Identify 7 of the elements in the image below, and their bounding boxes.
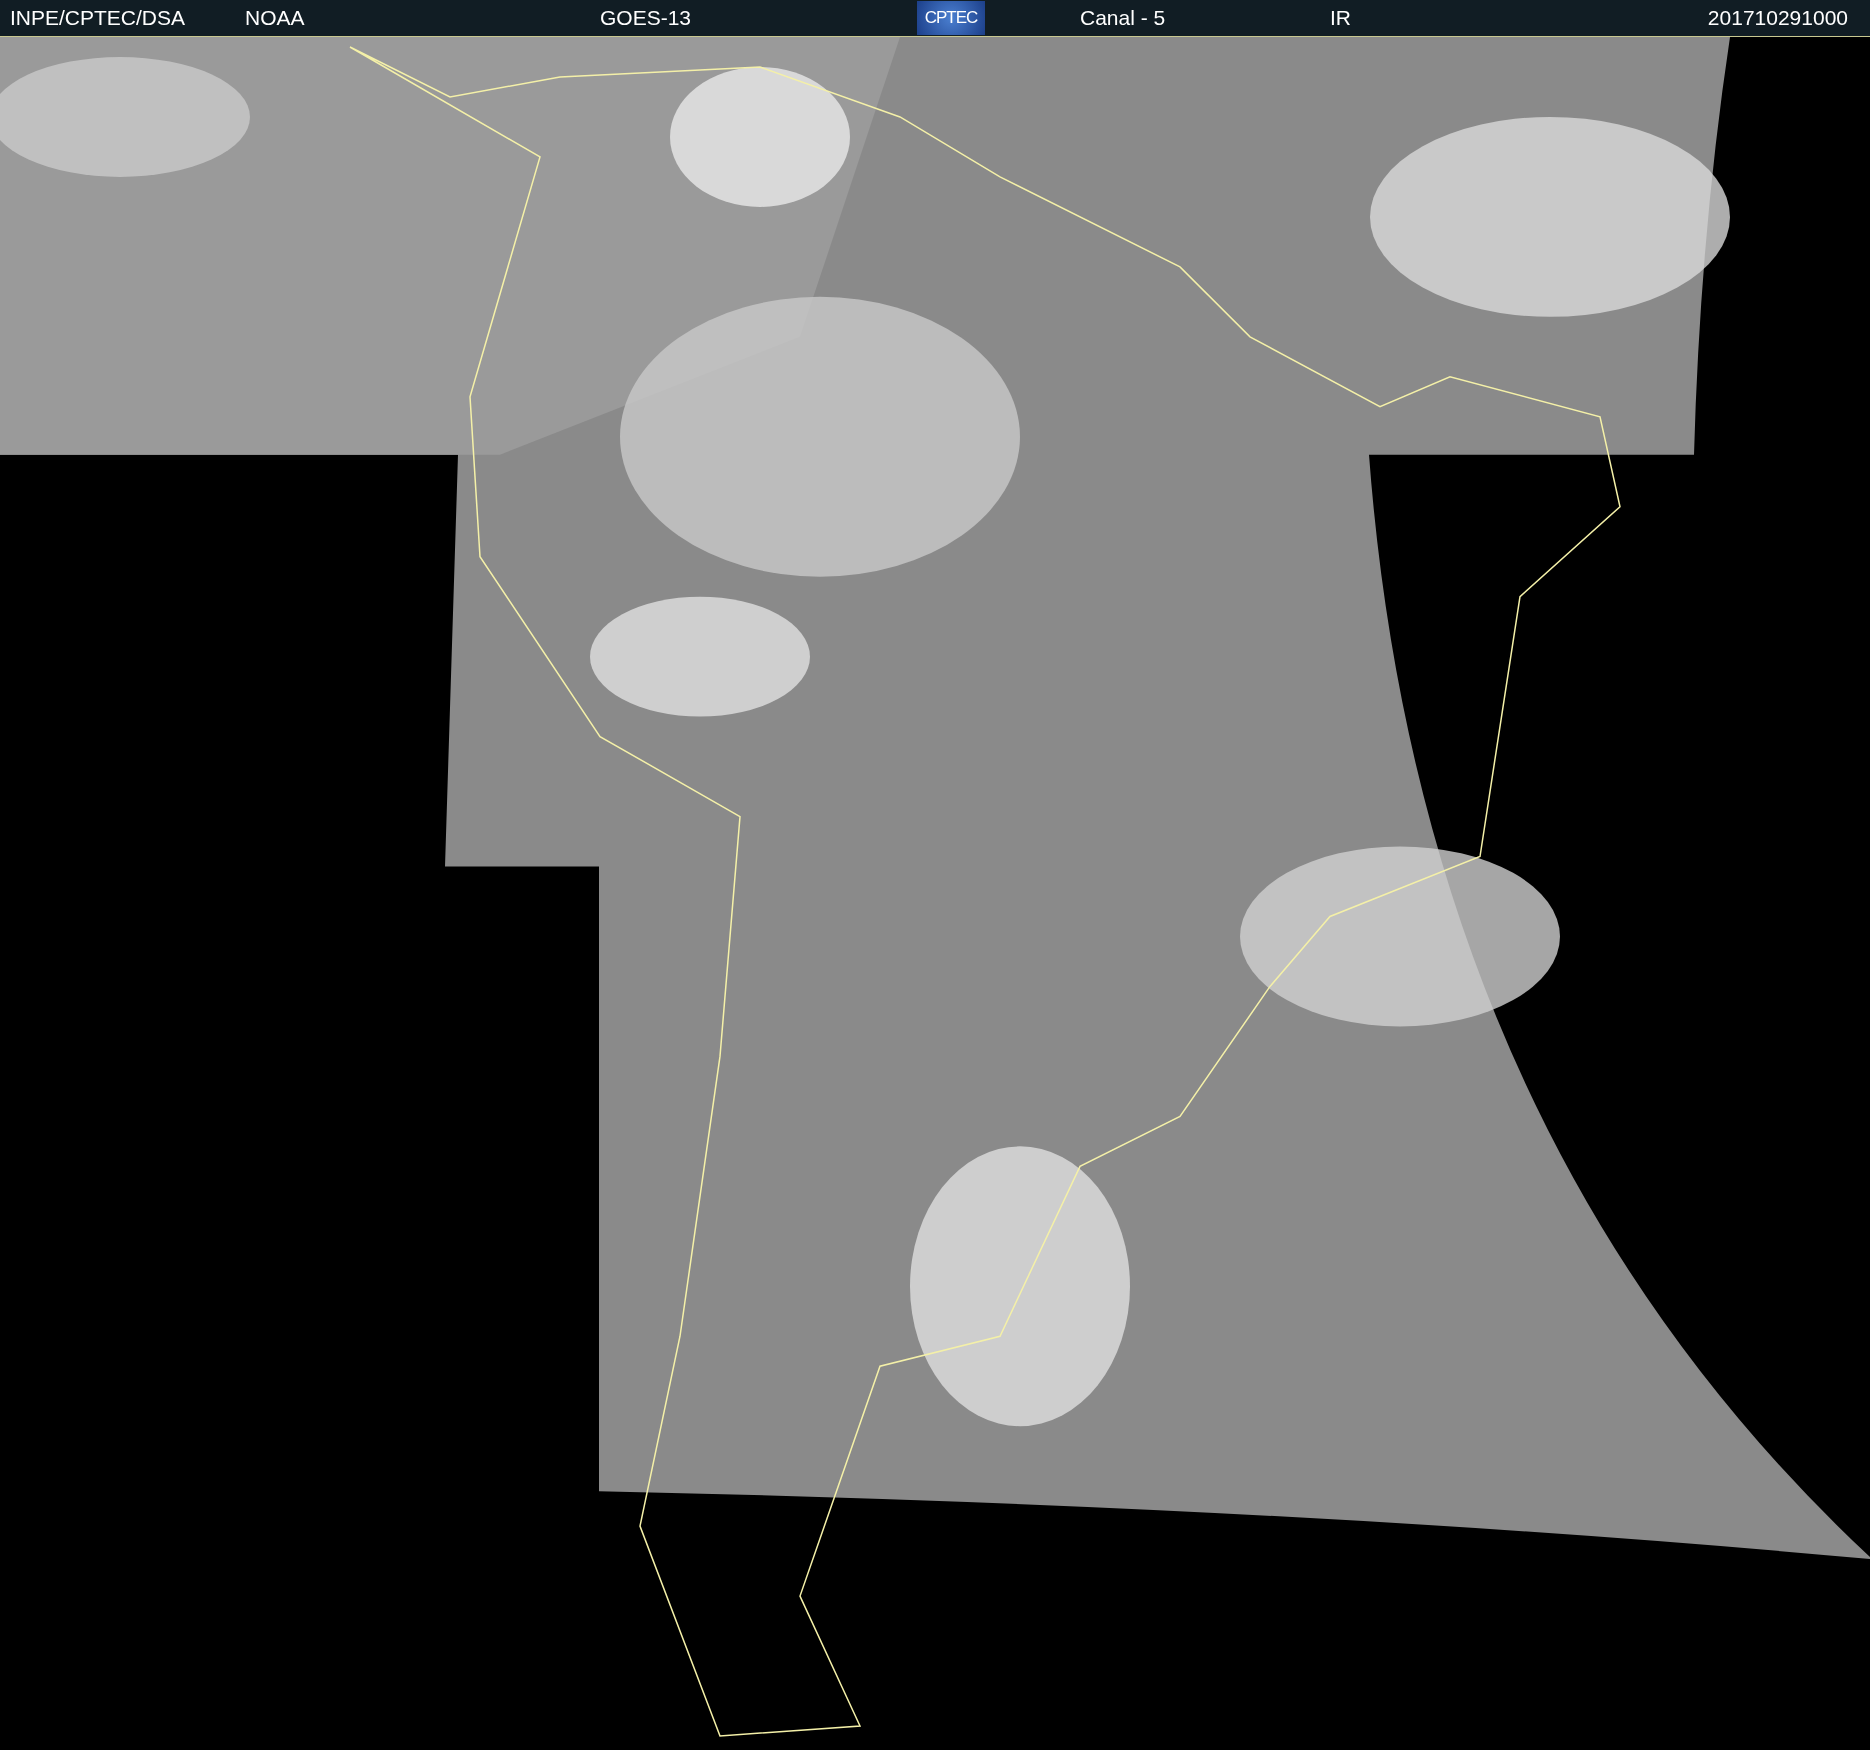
agency-label: NOAA: [245, 6, 305, 30]
band-label: IR: [1330, 6, 1351, 30]
satellite-label: GOES-13: [600, 6, 692, 30]
source-label: INPE/CPTEC/DSA: [10, 6, 186, 30]
timestamp-label: 201710291000: [1707, 6, 1848, 30]
logo: CPTEC: [917, 1, 985, 35]
channel-label: Canal - 5: [1080, 6, 1166, 30]
